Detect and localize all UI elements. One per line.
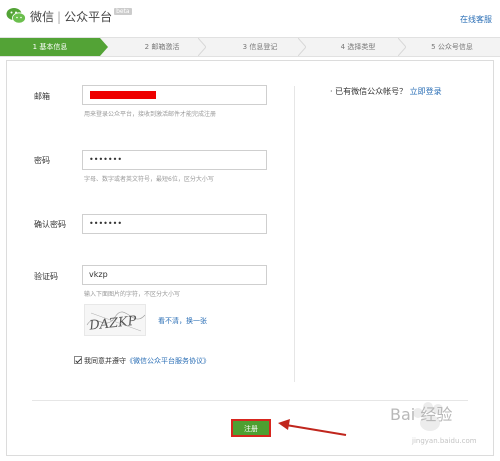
info-dot-icon: · [330, 87, 333, 96]
online-help-link[interactable]: 在线客服 [460, 14, 492, 25]
captcha-input[interactable]: vkzp [82, 265, 267, 285]
captcha-label: 验证码 [34, 272, 58, 281]
captcha-refresh-link[interactable]: 看不清，换一张 [158, 316, 207, 326]
step-account-info: 5 公众号信息 [431, 43, 473, 51]
watermark-text: Bai 经验 [390, 405, 453, 424]
password-input[interactable]: ••••••• [82, 150, 267, 170]
beta-badge: beta [114, 8, 132, 15]
redacted-email [90, 91, 156, 99]
platform-name: 公众平台 [64, 10, 113, 24]
login-now-link[interactable]: 立即登录 [410, 87, 442, 96]
email-label: 邮箱 [34, 92, 50, 101]
red-arrow-icon [278, 419, 347, 436]
top-header: 微信 | 公众平台 beta 在线客服 [0, 0, 500, 34]
step-choose-type: 4 选择类型 [340, 43, 376, 51]
step-basic-info: 1 基本信息 [0, 38, 100, 56]
step-email-activation: 2 邮箱激活 [144, 43, 180, 51]
agree-checkbox[interactable] [74, 356, 82, 364]
step-divider-icon [198, 38, 206, 56]
wechat-logo-icon [6, 8, 26, 24]
captcha-hint: 输入下面图片的字符，不区分大小写 [84, 291, 181, 298]
registration-steps: 1 基本信息 2 邮箱激活 3 信息登记 4 选择类型 5 公众号信息 [0, 37, 500, 57]
captcha-text: DAZKP [88, 314, 138, 334]
captcha-glyphs: DAZKP [86, 311, 145, 334]
watermark-url: jingyan.baidu.com [412, 437, 477, 445]
confirm-password-label: 确认密码 [34, 220, 66, 229]
email-hint: 用来登录公众平台，接收到激活邮件才能完成注册 [84, 111, 217, 118]
step-info-register: 3 信息登记 [242, 43, 278, 51]
existing-account-question: 已有微信公众帐号？ [335, 87, 408, 96]
agreement-row: 我同意并遵守《微信公众平台服务协议》 [74, 356, 210, 366]
step-active-arrow-icon [100, 38, 108, 56]
email-input[interactable] [82, 85, 267, 105]
register-button[interactable]: 注册 [231, 419, 271, 437]
step-divider-icon [298, 38, 306, 56]
brand-name: 微信 [30, 10, 55, 24]
brand-title: 微信 | 公众平台 beta [30, 8, 132, 25]
confirm-password-input[interactable]: ••••••• [82, 214, 267, 234]
password-hint: 字母、数字或者英文符号，最短6位，区分大小写 [84, 176, 214, 183]
column-divider [294, 86, 295, 382]
captcha-image: DAZKP [84, 304, 146, 336]
password-label: 密码 [34, 156, 50, 165]
service-agreement-link[interactable]: 《微信公众平台服务协议》 [126, 357, 210, 365]
agree-text: 我同意并遵守 [84, 357, 126, 365]
brand-separator: | [57, 10, 62, 24]
existing-account-prompt: · 已有微信公众帐号？ 立即登录 [330, 86, 442, 97]
